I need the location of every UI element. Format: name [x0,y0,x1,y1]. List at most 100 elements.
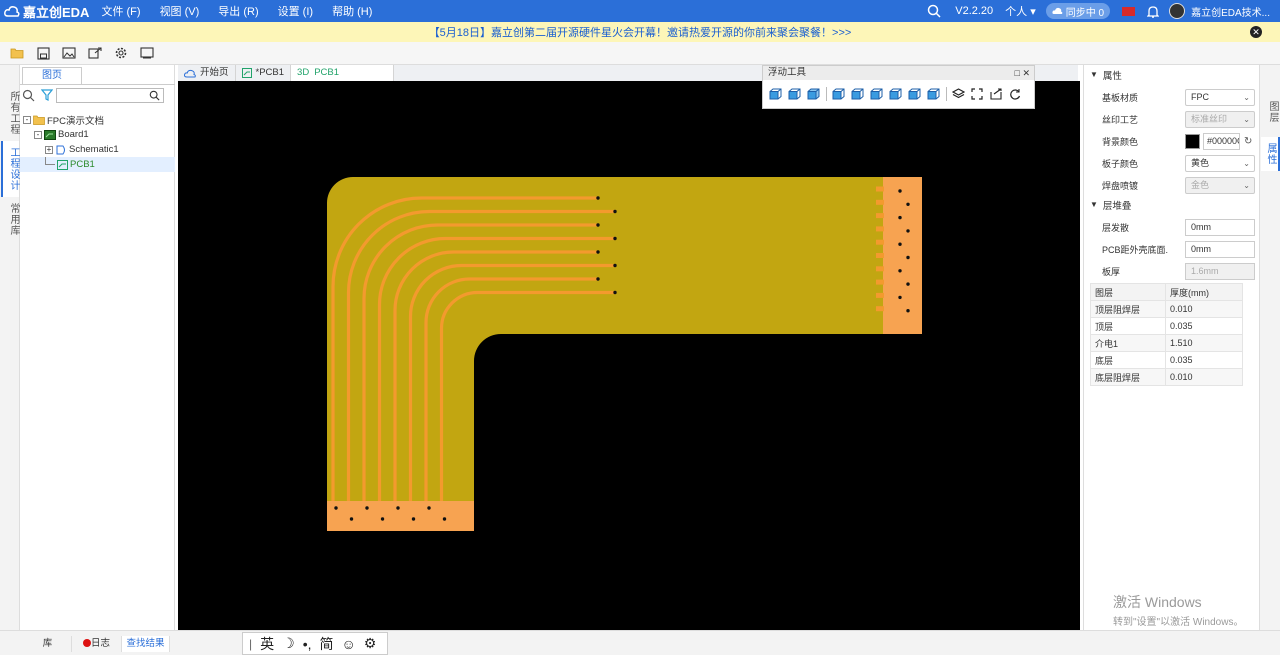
table-row[interactable]: 顶层阻焊层 0.010 [1090,300,1243,318]
share-button[interactable] [87,45,103,61]
menu-item[interactable]: 设置 (I) [278,3,313,19]
menu-item[interactable]: 文件 (F) [101,3,140,19]
fit-view-icon[interactable] [971,88,984,100]
workspace-select[interactable]: 个人 ▾ [1005,3,1036,19]
toolbar-separator [826,87,827,101]
color-swatch[interactable] [1185,133,1200,149]
display-icon [140,47,154,59]
maximize-icon[interactable]: □ [1015,68,1020,78]
menu-item[interactable]: 帮助 (H) [332,3,372,19]
view-iso2-icon[interactable] [908,88,921,100]
background-color-input[interactable]: #00000C [1203,132,1240,150]
table-row[interactable]: 介电1 1.510 [1090,334,1243,352]
table-row[interactable]: 底层 0.035 [1090,351,1243,369]
close-icon[interactable]: ✕ [1022,68,1030,78]
moon-icon[interactable]: ☽ [282,635,295,652]
pcb-3d-view[interactable] [178,81,1080,630]
save-button[interactable] [35,45,51,61]
open-folder-button[interactable] [9,45,25,61]
refresh-icon[interactable] [1009,88,1022,100]
filter-icon[interactable] [41,89,53,101]
property-label: 层发散 [1102,222,1130,233]
display-button[interactable] [139,45,155,61]
collapse-icon[interactable]: - [34,130,42,139]
emoji-icon[interactable]: ☺ [341,636,355,652]
tab-layers[interactable]: 图层 [1261,95,1280,129]
menu-item[interactable]: 视图 (V) [160,3,200,19]
user-name[interactable]: 嘉立创EDA技术... [1191,4,1270,19]
sync-status-badge[interactable]: 同步中 0 [1045,3,1111,19]
pad-strip-right[interactable] [883,177,922,334]
property-select[interactable]: FPC ⌄ [1185,88,1255,106]
ime-language[interactable]: 英 [260,634,274,654]
table-row[interactable]: 顶层 0.035 [1090,317,1243,335]
properties-section-header[interactable]: ▼ 属性 [1084,67,1259,82]
version-label[interactable]: V2.2.20 [955,5,993,17]
view-left-icon[interactable] [832,88,845,100]
export-image-button[interactable] [61,45,77,61]
search-icon[interactable] [22,89,35,102]
tree-node[interactable]: PCB1 [20,157,175,172]
ime-simplified[interactable]: 简 [319,634,333,654]
flag-icon[interactable] [1122,6,1136,16]
tree-node[interactable]: - FPC演示文档 [20,112,175,127]
search-input[interactable] [56,87,164,103]
property-label: 背景颜色 [1102,136,1139,147]
view-bottom-icon[interactable] [870,88,883,100]
tree-node[interactable]: - Board1 [20,127,175,142]
reset-icon[interactable]: ↻ [1244,136,1252,147]
close-icon[interactable]: ✕ [1250,26,1262,38]
view-iso1-icon[interactable] [889,88,902,100]
tree-node[interactable]: + Schematic1 [20,142,175,157]
layers-icon[interactable] [951,88,966,100]
tab-pages[interactable]: 图页 [22,67,82,84]
thickness-cell: 0.010 [1165,368,1243,386]
punctuation-icon[interactable]: •, [303,636,312,652]
floating-tools-panel[interactable]: 浮动工具 □ ✕ [762,65,1035,109]
settings-button[interactable] [113,45,129,61]
bell-icon[interactable] [1147,5,1160,18]
tab-start-page[interactable]: 开始页 [178,65,236,81]
workspace-label: 个人 [1005,6,1028,18]
pcb-3d-canvas[interactable] [178,81,1080,630]
collapse-icon[interactable]: - [23,115,31,124]
export-icon[interactable] [990,88,1003,100]
menu-item[interactable]: 导出 (R) [218,3,258,19]
app-logo[interactable]: 嘉立创EDA [4,2,89,21]
gear-icon[interactable]: ⚙ [364,635,377,652]
tab-search-results[interactable]: 查找结果 [122,636,170,652]
property-select: 标准丝印 ⌄ [1185,110,1255,128]
view-back-icon[interactable] [788,88,801,100]
tab-pcb1-edit[interactable]: *PCB1 [236,65,292,81]
property-label: 基板材质 [1102,92,1139,103]
table-row[interactable]: 底层阻焊层 0.010 [1090,368,1243,386]
view-top-icon[interactable] [807,88,820,100]
view-front-icon[interactable] [769,88,782,100]
tab-properties[interactable]: 属性 [1261,137,1280,171]
announcement-link[interactable]: 【5月18日】嘉立创第二届开源硬件星火会开幕！邀请热爱开源的你前来聚会聚餐！>>… [429,24,852,40]
layer-name-cell: 顶层阻焊层 [1090,300,1166,318]
pad-finger [876,306,884,312]
tab-common-library[interactable]: 常用库 [1,197,19,242]
share-icon [88,47,102,59]
pad-strip-bottom[interactable] [327,501,474,531]
search-icon[interactable] [149,90,160,101]
expand-icon[interactable]: + [45,145,53,154]
tab-project-design[interactable]: 工程设计 [1,141,19,197]
property-select[interactable]: 黄色 ⌄ [1185,154,1255,172]
stackup-section-header[interactable]: ▼ 层堆叠 [1084,197,1259,212]
property-input[interactable]: 0mm [1185,218,1255,236]
search-icon[interactable] [927,4,941,18]
property-input[interactable]: 0mm [1185,240,1255,258]
tab-log[interactable]: 日志 [72,636,122,652]
fpc-board[interactable] [327,177,922,531]
view-right-icon[interactable] [851,88,864,100]
floating-tools-header[interactable]: 浮动工具 □ ✕ [763,66,1034,80]
avatar[interactable] [1169,3,1186,19]
ime-handle[interactable]: | [249,637,252,651]
table-header: 厚度(mm) [1165,283,1243,301]
tab-library[interactable]: 库 [24,636,72,652]
tab-pcb1-3d[interactable]: 3D PCB1 [291,65,395,81]
tab-all-projects[interactable]: 所有工程 [1,85,19,141]
view-iso3-icon[interactable] [927,88,940,100]
